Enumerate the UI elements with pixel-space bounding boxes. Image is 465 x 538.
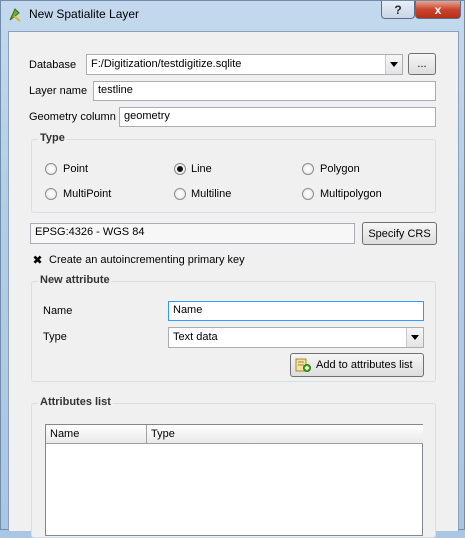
- attribute-type-combo[interactable]: Text data: [168, 327, 424, 348]
- browse-label: ...: [417, 58, 427, 70]
- column-header-name[interactable]: Name: [46, 425, 147, 444]
- attributes-list-groupbox: Attributes list Name Type: [31, 396, 436, 538]
- radio-multipoint[interactable]: [45, 188, 57, 200]
- primary-key-checkbox[interactable]: ✖: [31, 253, 44, 266]
- geometry-column-input[interactable]: geometry: [119, 107, 436, 127]
- database-combo[interactable]: F:/Digitization/testdigitize.sqlite: [86, 54, 403, 75]
- radio-point-label: Point: [63, 163, 89, 175]
- window-title: New Spatialite Layer: [29, 7, 140, 21]
- column-header-type[interactable]: Type: [147, 425, 423, 444]
- database-value: F:/Digitization/testdigitize.sqlite: [91, 58, 242, 70]
- specify-crs-label: Specify CRS: [368, 227, 431, 240]
- radio-line-label: Line: [191, 163, 212, 175]
- radio-line[interactable]: [174, 163, 186, 175]
- title-bar[interactable]: New Spatialite Layer ? x: [1, 1, 464, 29]
- close-icon: x: [434, 2, 442, 17]
- dialog-window: New Spatialite Layer ? x Database F:/Dig…: [0, 0, 465, 538]
- add-to-attributes-list-label: Add to attributes list: [316, 359, 413, 371]
- radio-multipolygon[interactable]: [302, 188, 314, 200]
- crs-field: EPSG:4326 - WGS 84: [30, 223, 355, 244]
- add-to-attributes-list-button[interactable]: Add to attributes list: [290, 353, 424, 377]
- browse-database-button[interactable]: ...: [408, 53, 436, 75]
- geometry-column-label: Geometry column: [29, 111, 116, 123]
- radio-polygon-label: Polygon: [320, 163, 360, 175]
- radio-point[interactable]: [45, 163, 57, 175]
- type-group-title: Type: [38, 132, 67, 144]
- chevron-down-icon: [385, 55, 402, 74]
- close-button[interactable]: x: [415, 1, 461, 19]
- qgis-icon: [9, 8, 21, 22]
- help-icon: ?: [394, 2, 402, 17]
- radio-multiline-label: Multiline: [191, 188, 232, 200]
- radio-multiline[interactable]: [174, 188, 186, 200]
- radio-multipolygon-label: Multipolygon: [320, 188, 382, 200]
- attribute-type-label: Type: [43, 331, 67, 343]
- new-attribute-title: New attribute: [38, 274, 112, 286]
- attribute-name-input[interactable]: Name: [168, 301, 424, 321]
- database-label: Database: [29, 59, 77, 71]
- primary-key-label: Create an autoincrementing primary key: [49, 254, 245, 266]
- radio-polygon[interactable]: [302, 163, 314, 175]
- radio-multipoint-label: MultiPoint: [63, 188, 112, 200]
- specify-crs-button[interactable]: Specify CRS: [362, 222, 437, 245]
- new-attribute-groupbox: New attribute Name Name Type Text data A…: [31, 274, 436, 382]
- layer-name-label: Layer name: [29, 85, 88, 97]
- dialog-body: Database F:/Digitization/testdigitize.sq…: [8, 31, 459, 538]
- layer-name-input[interactable]: testline: [93, 81, 436, 101]
- attributes-table[interactable]: Name Type: [45, 424, 423, 536]
- help-button[interactable]: ?: [381, 1, 415, 19]
- chevron-down-icon: [406, 328, 423, 347]
- attributes-list-title: Attributes list: [38, 396, 113, 408]
- add-to-list-icon: [295, 358, 311, 372]
- attribute-type-value: Text data: [173, 331, 218, 343]
- attribute-name-label: Name: [43, 305, 73, 317]
- type-groupbox: Type Point Line Polygon MultiPoint Multi…: [31, 132, 436, 213]
